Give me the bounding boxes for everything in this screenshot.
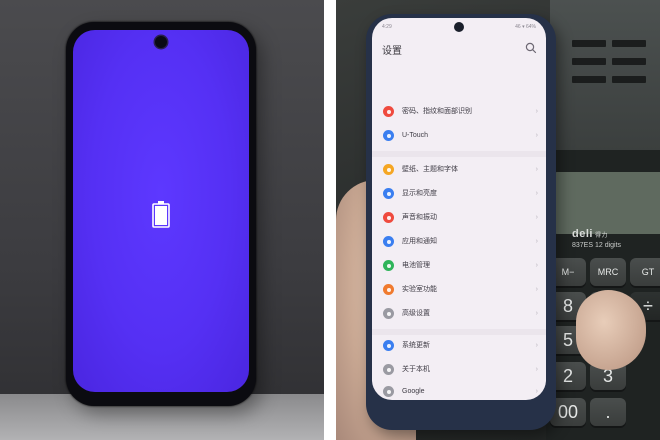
touch-icon	[383, 130, 394, 141]
search-icon[interactable]	[524, 41, 538, 55]
chevron-right-icon: ›	[535, 190, 538, 197]
settings-item-label: 实验室功能	[402, 286, 437, 293]
status-bar: 4:29 46 ▾ 64%	[382, 22, 536, 32]
settings-item-utouch[interactable]: U-Touch ›	[372, 126, 546, 146]
section-divider	[372, 151, 546, 157]
chevron-right-icon: ›	[535, 286, 538, 293]
calculator-display	[554, 172, 660, 234]
settings-item-label: 应用和通知	[402, 238, 437, 245]
battery-icon	[383, 260, 394, 271]
battery-icon	[152, 201, 170, 228]
settings-item-label: Google	[402, 388, 425, 395]
palette-icon	[383, 164, 394, 175]
charging-screen	[73, 30, 249, 392]
settings-item-apps[interactable]: 应用和通知 ›	[372, 232, 546, 252]
chevron-right-icon: ›	[535, 366, 538, 373]
lab-icon	[383, 284, 394, 295]
chevron-right-icon: ›	[535, 342, 538, 349]
google-icon	[383, 386, 394, 397]
gear-icon	[383, 308, 394, 319]
chevron-right-icon: ›	[535, 310, 538, 317]
settings-item-label: 声音和振动	[402, 214, 437, 221]
phone-left	[66, 22, 256, 406]
apps-icon	[383, 236, 394, 247]
calculator-model: 837ES 12 digits	[572, 242, 622, 249]
chevron-right-icon: ›	[535, 388, 538, 395]
settings-item-label: 高级设置	[402, 310, 430, 317]
settings-item-label: 关于本机	[402, 366, 430, 373]
settings-item-wallpaper[interactable]: 壁纸、主题和字体 ›	[372, 160, 546, 180]
chevron-right-icon: ›	[535, 214, 538, 221]
sound-icon	[383, 212, 394, 223]
settings-item-security[interactable]: 密码、指纹和面部识别 ›	[372, 102, 546, 122]
settings-item-battery[interactable]: 电池管理 ›	[372, 256, 546, 276]
settings-item-update[interactable]: 系统更新 ›	[372, 336, 546, 356]
calc-key: GT	[630, 258, 660, 286]
chevron-right-icon: ›	[535, 132, 538, 139]
display-icon	[383, 188, 394, 199]
settings-item-display[interactable]: 显示和亮度 ›	[372, 184, 546, 204]
front-camera	[155, 36, 167, 48]
settings-screen: 4:29 46 ▾ 64% 设置 密码、指纹和面部识别 › U-Touch ›	[372, 18, 546, 400]
chevron-right-icon: ›	[535, 262, 538, 269]
phone-right: 4:29 46 ▾ 64% 设置 密码、指纹和面部识别 › U-Touch ›	[366, 14, 556, 430]
calculator-brand: deli 得力	[572, 228, 608, 240]
lock-icon	[383, 106, 394, 117]
status-time: 4:29	[382, 24, 392, 30]
status-indicators: 46 ▾ 64%	[515, 24, 536, 30]
thumb	[576, 290, 646, 370]
chevron-right-icon: ›	[535, 238, 538, 245]
section-divider	[372, 329, 546, 335]
settings-item-label: 电池管理	[402, 262, 430, 269]
settings-item-google[interactable]: Google ›	[372, 382, 546, 400]
page-title: 设置	[382, 46, 402, 57]
settings-item-label: 系统更新	[402, 342, 430, 349]
right-photo: deli得力 837ES 12 digits M− MRC GT 8 9 ÷ 5…	[336, 0, 660, 440]
settings-item-label: 显示和亮度	[402, 190, 437, 197]
left-photo	[0, 0, 324, 440]
update-icon	[383, 340, 394, 351]
settings-item-label: 密码、指纹和面部识别	[402, 108, 472, 115]
settings-item-label: U-Touch	[402, 132, 429, 139]
chevron-right-icon: ›	[535, 166, 538, 173]
calc-key: MRC	[590, 258, 626, 286]
settings-item-label: 壁纸、主题和字体	[402, 166, 458, 173]
calc-key: .	[590, 398, 626, 426]
monitor-back	[550, 0, 660, 160]
chevron-right-icon: ›	[535, 108, 538, 115]
settings-item-advanced[interactable]: 高级设置 ›	[372, 304, 546, 324]
settings-item-lab[interactable]: 实验室功能 ›	[372, 280, 546, 300]
settings-item-about[interactable]: 关于本机 ›	[372, 360, 546, 380]
settings-item-sound[interactable]: 声音和振动 ›	[372, 208, 546, 228]
info-icon	[383, 364, 394, 375]
